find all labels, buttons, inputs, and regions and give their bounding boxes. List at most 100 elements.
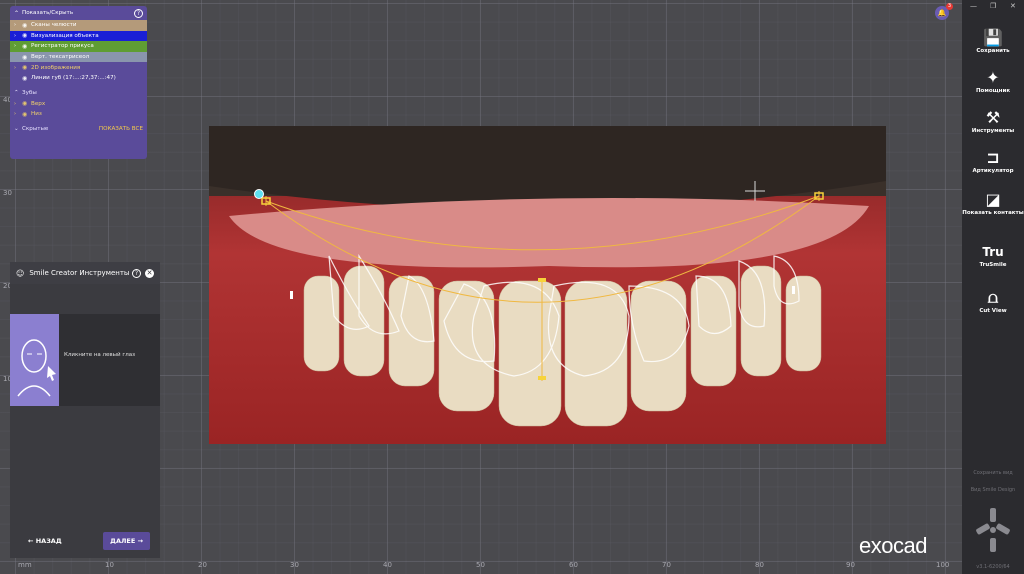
save-view-button[interactable]: Сохранить вид (962, 470, 1024, 476)
save-label: Сохранить (976, 48, 1010, 54)
visibility-item-label: Низ (31, 111, 42, 118)
eye-icon[interactable]: ◉ (22, 22, 31, 29)
show-all-link[interactable]: ПОКАЗАТЬ ВСЕ (99, 126, 143, 132)
smile-creator-step: Кликните на левый глаз (10, 314, 160, 406)
hidden-section-label: Скрытые (22, 126, 49, 133)
teeth-section-label: Зубы (22, 90, 37, 97)
midline-bottom-handle[interactable] (538, 376, 546, 380)
arrow-right-icon: → (135, 537, 143, 545)
x-axis-label: 80 (755, 561, 764, 569)
eye-icon[interactable]: ◉ (22, 54, 31, 61)
x-axis-label: 10 (105, 561, 114, 569)
trusmile-button[interactable]: Tru TruSmile (962, 242, 1024, 268)
y-axis-label: 30 (3, 189, 12, 197)
close-icon[interactable]: ✕ (145, 268, 154, 278)
exocad-logo-icon (974, 504, 1012, 556)
trusmile-icon: Tru (982, 245, 1004, 259)
chevron-right-icon[interactable]: › (14, 33, 22, 39)
x-axis-label: 20 (198, 561, 207, 569)
x-axis-label: 90 (846, 561, 855, 569)
close-window-icon[interactable]: ✕ (1010, 2, 1016, 10)
visibility-item-lip-lines[interactable]: ◉ Линии губ (17:...:27,37:...:47) (10, 73, 147, 84)
right-lip-marker[interactable] (792, 286, 795, 294)
wizard-label: Помощник (975, 88, 1011, 94)
save-button[interactable]: 💾 Сохранить (962, 28, 1024, 54)
show-hide-header[interactable]: ⌃ Показать/Скрыть ? (10, 6, 147, 20)
visibility-item-object[interactable]: › ◉ Визуализация объекта (10, 30, 147, 42)
collapse-chevron-icon[interactable]: ⌃ (14, 10, 19, 17)
cut-view-label: Cut View (979, 308, 1007, 314)
midline-top-handle[interactable] (538, 278, 546, 282)
visibility-item-label: Визуализация объекта (31, 32, 99, 39)
x-axis-label: 60 (569, 561, 578, 569)
chevron-right-icon[interactable]: › (14, 101, 22, 107)
visibility-item-label: Регистратор прикуса (31, 43, 94, 50)
chevron-right-icon[interactable]: › (14, 43, 22, 49)
hidden-section[interactable]: ⌄ Скрытые ПОКАЗАТЬ ВСЕ (10, 124, 147, 135)
eye-icon[interactable]: ◉ (22, 64, 31, 71)
collapse-chevron-icon[interactable]: ⌃ (14, 90, 22, 96)
tools-button[interactable]: ⚒ Инструменты (962, 108, 1024, 134)
next-button[interactable]: ДАЛЕЕ → (103, 532, 150, 550)
smile-creator-icon: ☺ (16, 268, 25, 278)
smile-photo[interactable] (209, 126, 886, 444)
tools-icon: ⚒ (985, 108, 1001, 127)
notification-badge: 3 (946, 3, 953, 10)
eye-icon[interactable]: ◉ (22, 75, 31, 82)
eye-icon[interactable]: ◉ (22, 43, 31, 50)
visibility-item-label: Линии губ (17:...:27,37:...:47) (31, 75, 116, 82)
smile-design-view-button[interactable]: Вид Smile Design (962, 487, 1024, 493)
x-axis-label: 30 (290, 561, 299, 569)
next-button-label: ДАЛЕЕ (110, 537, 136, 545)
smile-creator-nav: ← НАЗАД ДАЛЕЕ → (10, 532, 160, 550)
step-instruction: Кликните на левый глаз (64, 352, 136, 358)
visibility-item-2d-images[interactable]: › ◉ 2D изображения (10, 62, 147, 73)
back-button[interactable]: ← НАЗАД (28, 537, 62, 545)
visibility-item-label: Сканы челюсти (31, 22, 77, 29)
visibility-item-upper[interactable]: › ◉ Верх (10, 99, 147, 110)
visibility-item-bite[interactable]: › ◉ Регистратор прикуса (10, 41, 147, 52)
wizard-button[interactable]: ✦ Помощник (962, 68, 1024, 94)
visibility-item-vert[interactable]: ◉ Верт. тексатрисеол (10, 51, 147, 63)
eye-icon[interactable]: ◉ (22, 111, 31, 118)
cut-view-icon: ⩍ (987, 288, 999, 307)
x-axis-label: mm (18, 561, 32, 569)
visibility-item-label: 2D изображения (31, 64, 81, 71)
chevron-right-icon[interactable]: › (14, 22, 22, 28)
x-axis-label: 70 (662, 561, 671, 569)
minimize-icon[interactable]: — (970, 2, 977, 10)
visibility-item-label: Верх (31, 100, 46, 107)
chevron-right-icon[interactable]: › (14, 65, 22, 71)
save-icon: 💾 (983, 28, 1003, 47)
wizard-icon: ✦ (986, 68, 1000, 87)
contacts-icon: ◪ (985, 190, 1001, 209)
teeth-section[interactable]: ⌃ Зубы (10, 88, 147, 99)
show-contacts-button[interactable]: ◪ Показать контакты (962, 190, 1024, 216)
smile-creator-panel: ☺ Smile Creator Инструменты ? ✕ Кликните… (10, 262, 160, 558)
x-axis-label: 100 (936, 561, 950, 569)
smile-creator-header: ☺ Smile Creator Инструменты ? ✕ (10, 262, 160, 284)
cut-view-button[interactable]: ⩍ Cut View (962, 288, 1024, 314)
eye-point-marker[interactable] (254, 189, 264, 199)
help-icon[interactable]: ? (134, 8, 143, 18)
smile-creator-title: Smile Creator Инструменты (29, 269, 130, 277)
visibility-item-jaw-scans[interactable]: › ◉ Сканы челюсти (10, 20, 147, 31)
visibility-item-label: Верт. тексатрисеол (31, 54, 90, 61)
moustache (209, 126, 886, 210)
version-label: v3.1-6200/64 (976, 564, 1010, 570)
collapse-chevron-icon[interactable]: ⌄ (14, 126, 22, 132)
x-axis-label: 50 (476, 561, 485, 569)
visibility-item-lower[interactable]: › ◉ Низ (10, 109, 147, 120)
chevron-right-icon[interactable]: › (14, 111, 22, 117)
show-hide-title: Показать/Скрыть (22, 10, 74, 16)
eye-icon[interactable]: ◉ (22, 32, 31, 39)
upper-gum (229, 198, 869, 268)
eye-icon[interactable]: ◉ (22, 100, 31, 107)
left-lip-marker[interactable] (290, 291, 293, 299)
back-button-label: НАЗАД (35, 537, 62, 545)
x-axis-label: 40 (383, 561, 392, 569)
right-toolbar: — ❐ ✕ 💾 Сохранить ✦ Помощник ⚒ Инструмен… (962, 0, 1024, 574)
help-icon[interactable]: ? (132, 268, 141, 278)
articulator-button[interactable]: ⊐ Артикулятор (962, 148, 1024, 174)
restore-icon[interactable]: ❐ (990, 2, 996, 10)
